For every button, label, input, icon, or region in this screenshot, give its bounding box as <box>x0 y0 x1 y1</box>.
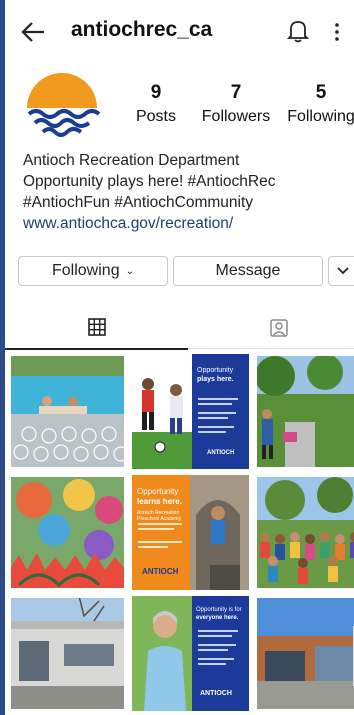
posts-count: 9 <box>150 82 162 103</box>
chevron-down-icon <box>337 267 349 275</box>
bell-icon[interactable] <box>287 18 309 44</box>
post-tile-everyone-promo[interactable]: Opportunity is for everyone here. ANTIOC… <box>132 596 249 711</box>
everyone-promo-brand: ANTIOCH <box>200 690 232 697</box>
post-tile-group[interactable] <box>255 475 354 590</box>
tab-posts-grid[interactable] <box>5 308 188 350</box>
everyone-promo-heading-line2: everyone here. <box>196 615 239 621</box>
message-button[interactable]: Message <box>173 256 323 286</box>
followers-stat[interactable]: 7 Followers <box>199 82 273 126</box>
profile-bio: Antioch Recreation Department Opportunit… <box>23 150 353 234</box>
post-tile-modern-building[interactable] <box>255 596 354 711</box>
post-tile-building[interactable] <box>9 596 126 711</box>
suggested-accounts-button[interactable] <box>328 256 354 286</box>
followers-label: Followers <box>201 108 271 125</box>
building-photo <box>9 596 126 711</box>
post-tile-preschool-promo[interactable]: Opportunity learns here. Antioch Recreat… <box>132 475 249 590</box>
post-tile-garden[interactable] <box>255 354 354 469</box>
back-arrow-icon[interactable] <box>20 20 46 44</box>
sports-promo-heading-line2: plays here. <box>197 376 234 383</box>
tab-tagged[interactable] <box>188 308 354 349</box>
sports-promo-brand: ANTIOCH <box>207 450 235 456</box>
bio-website-link[interactable]: www.antiochca.gov/recreation/ <box>23 213 353 234</box>
everyone-promo-heading-line1: Opportunity is for <box>196 607 242 613</box>
modern-building-photo <box>255 596 354 711</box>
preschool-promo-sub: Antioch Recreation Preschool Academy <box>137 510 182 522</box>
top-bar: antiochrec_ca <box>5 10 354 54</box>
preschool-promo-brand: ANTIOCH <box>142 567 179 576</box>
bio-line-1: Opportunity plays here! #AntiochRec <box>23 173 276 190</box>
more-vertical-icon[interactable] <box>332 20 342 44</box>
posts-stat[interactable]: 9 Posts <box>133 82 179 126</box>
everyone-promo-heading: Opportunity is for everyone here. <box>196 606 242 622</box>
post-tile-sports-promo[interactable]: Opportunity plays here. ANTIOCH <box>132 354 249 469</box>
following-button-label: Following <box>52 262 120 279</box>
profile-avatar-logo[interactable] <box>21 62 103 144</box>
profile-username: antiochrec_ca <box>71 18 213 41</box>
chevron-down-icon: ⌄ <box>125 265 134 277</box>
grid-icon <box>88 318 106 336</box>
following-button[interactable]: Following ⌄ <box>18 256 168 286</box>
bio-line-2: #AntiochFun #AntiochCommunity <box>23 194 254 211</box>
message-button-label: Message <box>215 262 281 279</box>
pool-photo <box>9 354 126 469</box>
following-label: Following <box>287 108 354 125</box>
profile-screen: antiochrec_ca 9 Posts 7 Followers 5 Foll… <box>5 0 354 715</box>
group-photo <box>255 475 354 590</box>
profile-tabs <box>5 308 354 350</box>
sports-promo-heading: Opportunity plays here. <box>197 366 234 384</box>
followers-count: 7 <box>230 82 242 103</box>
following-count: 5 <box>315 82 327 103</box>
following-stat[interactable]: 5 Following <box>281 82 354 126</box>
preschool-promo-heading: Opportunity learns here. <box>137 487 182 507</box>
posts-grid: Opportunity plays here. ANTIOCH Opportun… <box>5 350 354 715</box>
profile-display-name: Antioch Recreation Department <box>23 152 240 169</box>
posts-label: Posts <box>135 108 176 125</box>
mural-photo <box>9 475 126 590</box>
sports-promo-heading-line1: Opportunity <box>197 367 234 374</box>
preschool-promo-heading-line2: learns here. <box>137 497 182 506</box>
garden-photo <box>255 354 354 469</box>
preschool-promo-heading-line1: Opportunity <box>137 487 179 496</box>
post-tile-pool[interactable] <box>9 354 126 469</box>
tagged-icon <box>270 319 288 337</box>
post-tile-mural[interactable] <box>9 475 126 590</box>
